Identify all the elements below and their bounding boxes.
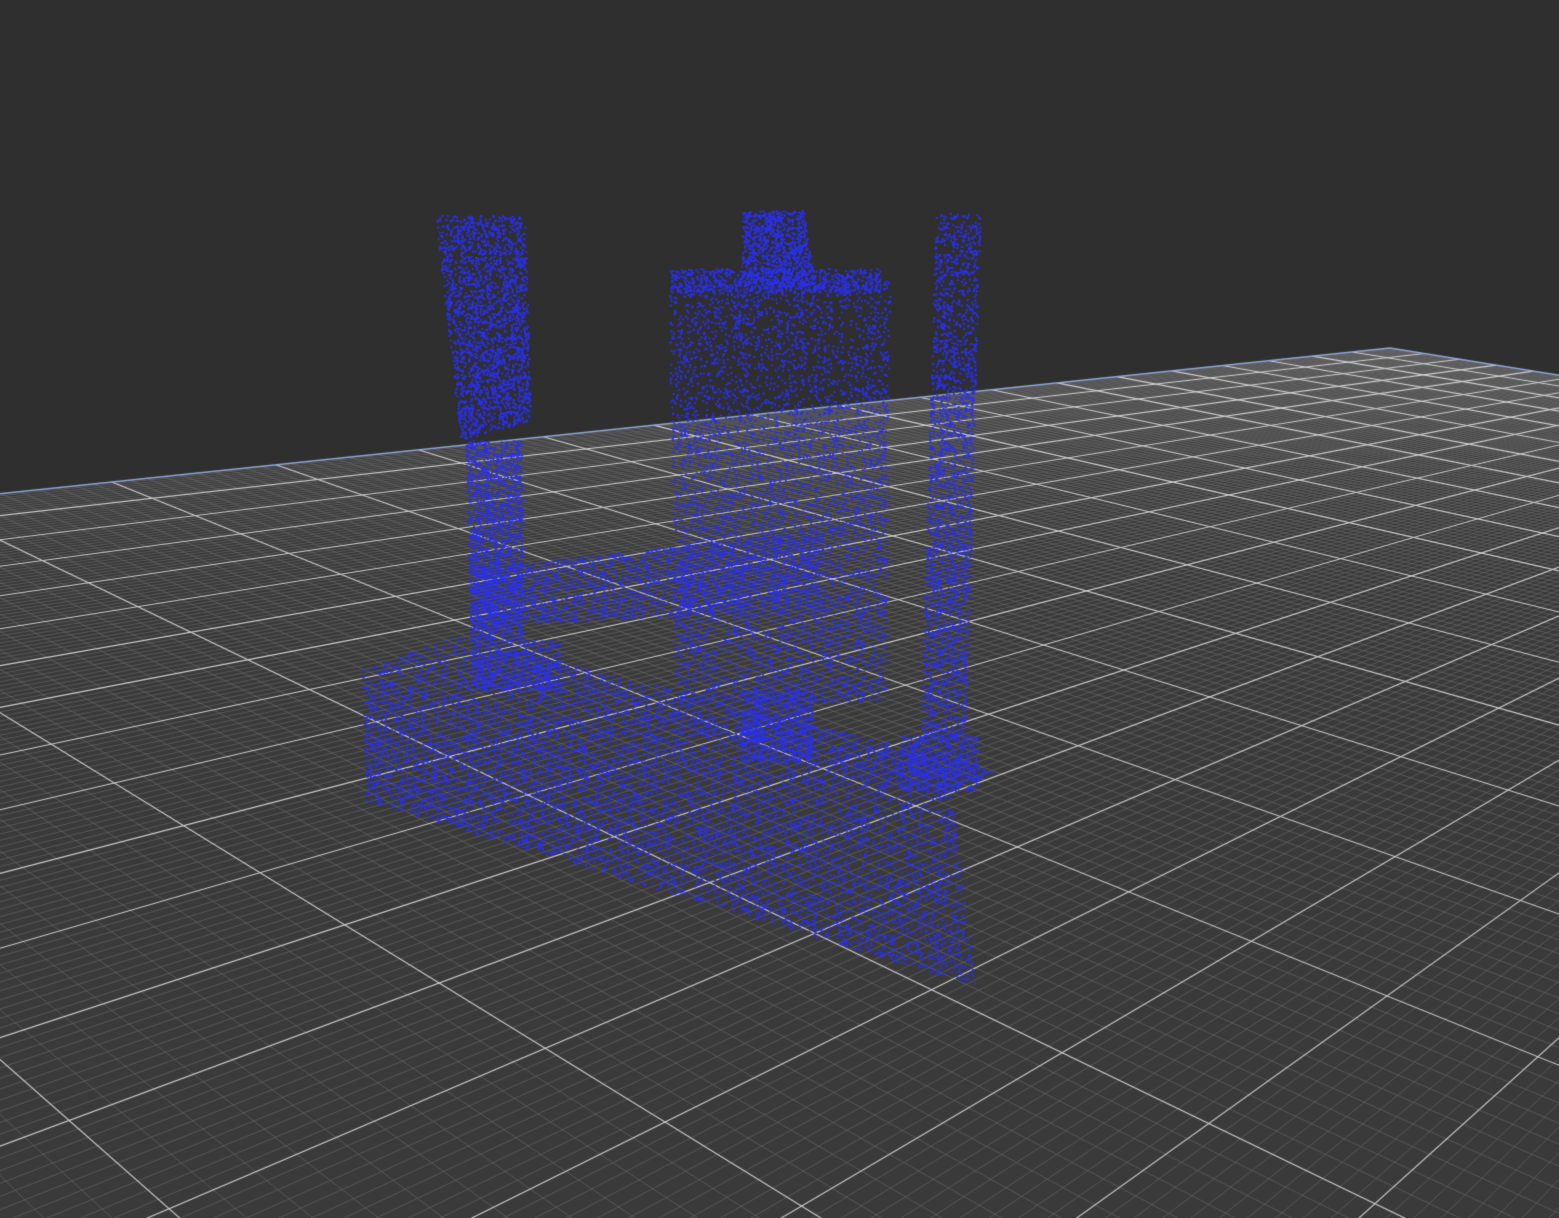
point-cloud[interactable] <box>0 0 1559 1218</box>
3d-viewport[interactable] <box>0 0 1559 1218</box>
